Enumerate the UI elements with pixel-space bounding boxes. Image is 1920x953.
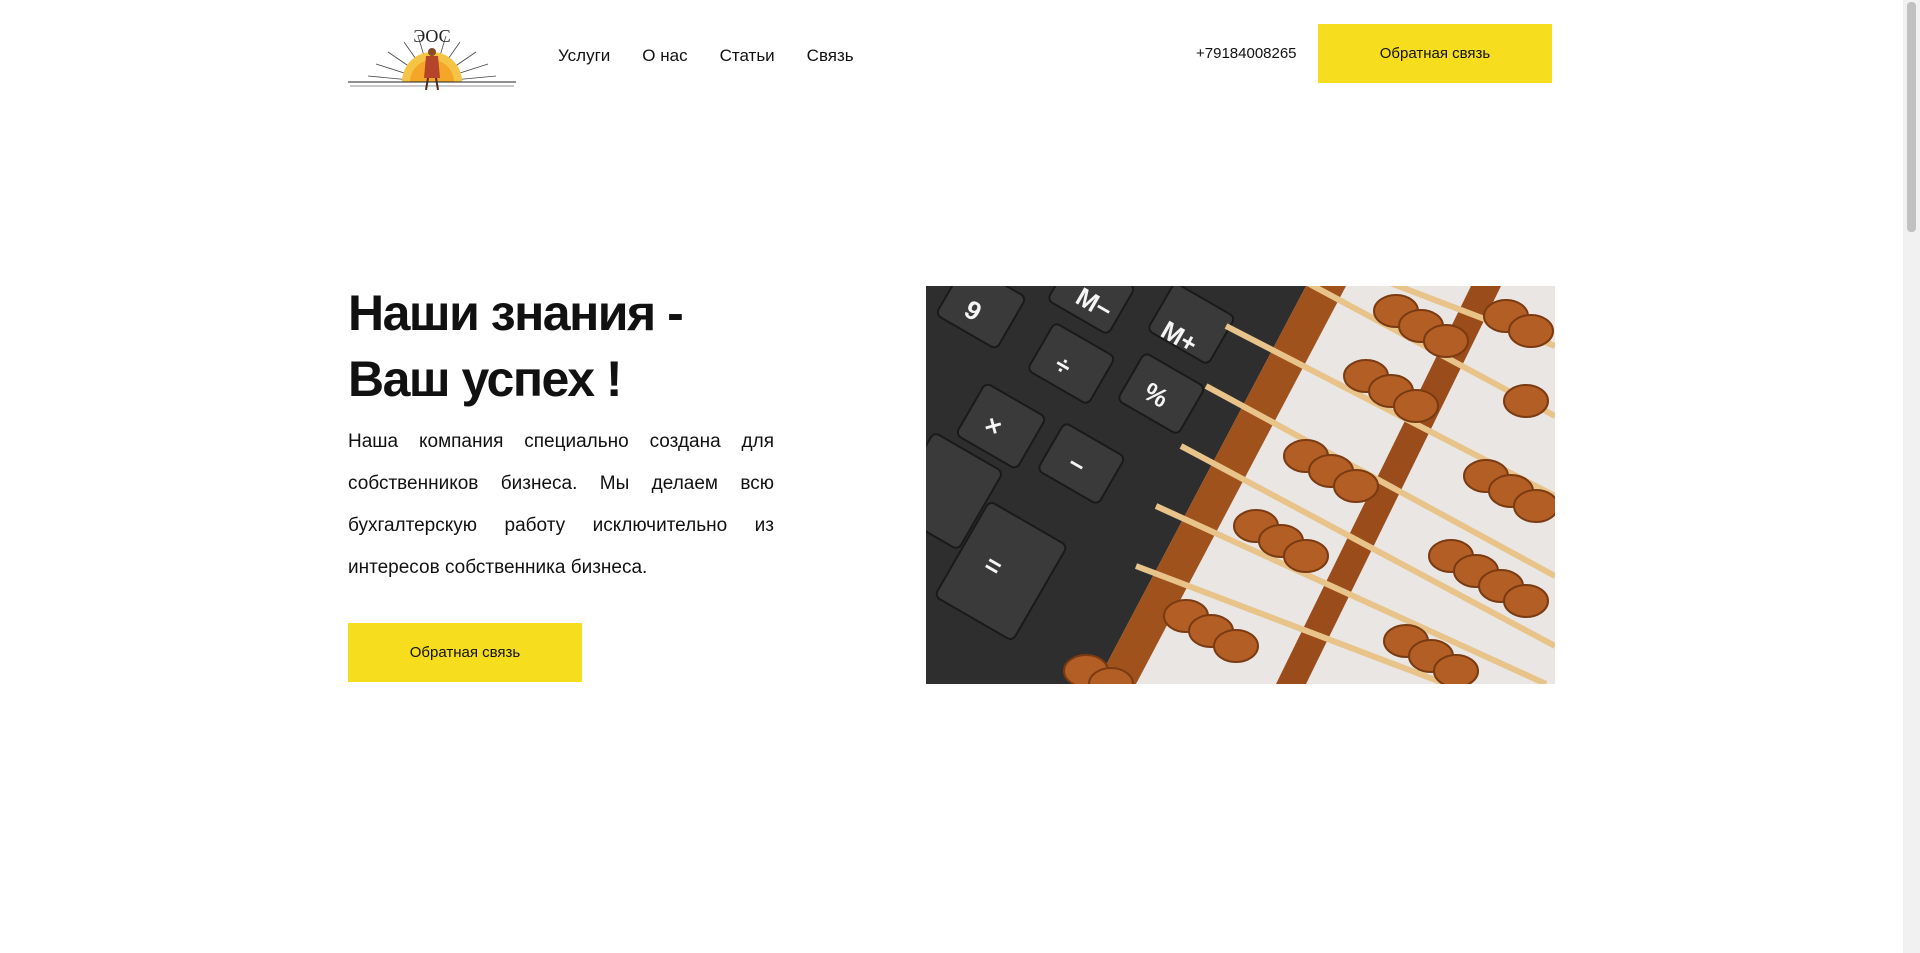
- nav-item-articles[interactable]: Статьи: [720, 46, 775, 66]
- company-logo[interactable]: ЭОС: [348, 26, 516, 96]
- header-callback-button[interactable]: Обратная связь: [1318, 24, 1552, 83]
- page-scrollbar[interactable]: [1903, 0, 1920, 953]
- nav-item-services[interactable]: Услуги: [558, 46, 610, 66]
- nav-item-about[interactable]: О нас: [642, 46, 687, 66]
- hero-title-line-1: Наши знания -: [348, 285, 684, 341]
- hero-description: Наша компания специально создана для соб…: [348, 431, 774, 578]
- hero-title-line-2: Ваш успех !: [348, 351, 623, 407]
- hero-title: Наши знания - Ваш успех !: [348, 280, 684, 412]
- nav-item-contact[interactable]: Связь: [807, 46, 854, 66]
- main-nav: Услуги О нас Статьи Связь: [558, 46, 854, 66]
- site-header: ЭОС Услуги О нас Статьи Связь +791840082…: [348, 22, 1554, 91]
- calculator-abacus-illustration: 9 M− M+ ÷ % × − =: [926, 286, 1555, 684]
- page: ЭОС Услуги О нас Статьи Связь +791840082…: [0, 0, 1920, 953]
- phone-link[interactable]: +79184008265: [1196, 45, 1297, 62]
- hero-image-calculator-abacus: 9 M− M+ ÷ % × − =: [926, 286, 1555, 684]
- hero-callback-button[interactable]: Обратная связь: [348, 623, 582, 682]
- logo-sun-icon: ЭОС: [348, 26, 516, 91]
- scrollbar-thumb[interactable]: [1907, 2, 1916, 232]
- logo-text: ЭОС: [413, 26, 450, 46]
